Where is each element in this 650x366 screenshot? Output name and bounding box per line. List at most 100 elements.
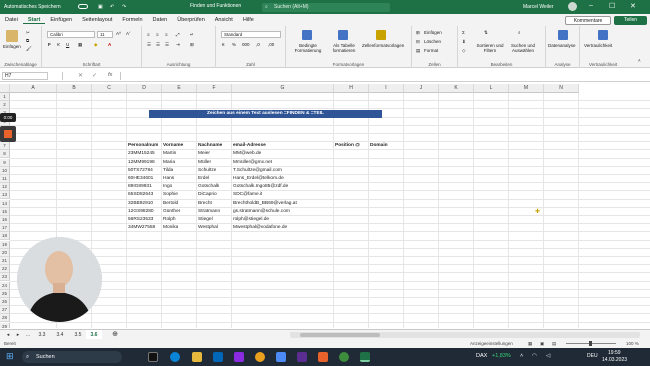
table-cell[interactable]: Mwestphal@vodafone.de [233,224,287,232]
table-cell[interactable]: SDC@fame.it [233,191,262,199]
row-header[interactable]: 7 [0,142,10,151]
insert-cells-icon[interactable]: ⊞ [416,30,420,36]
fill-color-icon[interactable]: ◆ [94,42,97,48]
table-cell[interactable]: Mmüller@gmx.net [233,159,272,167]
insert-function-icon[interactable]: fx [108,72,112,78]
table-cell[interactable]: Rolph [163,216,176,224]
table-cell[interactable]: Martin [163,150,176,158]
format-cells-button[interactable]: Format [424,48,438,53]
tab-seitenlayout[interactable]: Seitenlayout [77,17,117,23]
windows-start-icon[interactable]: ⊞ [6,351,14,362]
decrease-decimal-icon[interactable]: ,00 [268,42,274,47]
chrome-app-icon[interactable] [339,352,349,362]
find-select-icon[interactable]: ⌕ [518,30,521,35]
row-header[interactable]: 26 [0,298,10,306]
table-cell[interactable]: Schultze [198,167,216,175]
row-header[interactable]: 17 [0,224,10,233]
percent-icon[interactable]: % [232,42,236,47]
row-header[interactable]: 1 [0,93,10,101]
data-analysis-button[interactable]: Datenanalyse [548,43,576,48]
table-cell[interactable]: Bertold [163,200,178,208]
scrollbar-thumb[interactable] [300,333,380,337]
table-cell[interactable]: Westphal [198,224,218,232]
powerpoint-icon[interactable] [318,352,328,362]
table-header-cell[interactable]: Vorname [163,142,183,150]
table-cell[interactable]: BrechtholdB_BB69@verlag.at [233,200,297,208]
table-cell[interactable]: Maria [163,159,175,167]
column-header[interactable]: B [57,84,92,93]
cell-styles-button[interactable]: Zellenformatvorlagen [362,43,404,48]
edge-icon[interactable] [170,352,180,362]
store-icon[interactable] [213,352,223,362]
tab-hilfe[interactable]: Hilfe [238,17,259,23]
column-header[interactable]: K [439,84,474,93]
cut-icon[interactable]: ✂ [26,30,30,36]
row-header[interactable]: 20 [0,248,10,257]
app-icon[interactable] [276,352,286,362]
row-header[interactable]: 8 [0,150,10,159]
excel-icon[interactable] [360,352,370,362]
format-cells-icon[interactable]: ▤ [416,48,420,54]
table-cell[interactable]: Gotschalk [198,183,219,191]
column-header[interactable]: C [92,84,127,93]
italic-icon[interactable]: K [57,42,60,47]
row-header[interactable]: 19 [0,240,10,249]
wrap-text-icon[interactable]: ↵ [190,32,194,38]
maximize-icon[interactable]: ☐ [609,2,615,10]
currency-icon[interactable]: € [222,42,225,47]
tab-daten[interactable]: Daten [148,17,173,23]
sort-filter-button[interactable]: Sortieren und Filtern [476,43,504,53]
align-center-icon[interactable]: ☰ [156,42,160,48]
language-indicator[interactable]: DEU [587,353,598,359]
column-header[interactable]: D [127,84,162,93]
zoom-slider-thumb[interactable] [589,341,592,346]
indent-icon[interactable]: ⇥ [176,42,180,48]
table-cell[interactable]: 32BB92910 [128,200,153,208]
paste-button[interactable]: Einfügen [3,44,21,49]
table-header-cell[interactable]: Personalnum [128,142,158,150]
task-view-icon[interactable] [148,352,158,362]
chrome-icon[interactable] [255,352,265,362]
row-header[interactable]: 25 [0,289,10,298]
table-cell[interactable]: Sophie [163,191,178,199]
close-icon[interactable]: ✕ [630,2,636,10]
align-bottom-icon[interactable]: ≡ [165,32,168,37]
search-box[interactable]: ⌕ Suchen (Alt+M) [262,3,390,12]
taskbar-search[interactable]: ⌕ Suchen [22,351,122,363]
font-name-select[interactable]: Calibri [47,31,95,38]
paste-icon[interactable] [6,30,18,42]
underline-icon[interactable]: U [66,42,69,47]
font-size-select[interactable]: 11 [97,31,113,38]
table-cell[interactable]: 60HE34601 [128,175,153,183]
table-cell[interactable]: 65SD82643 [128,191,153,199]
table-cell[interactable]: DiCaprio [198,191,217,199]
ticker-change[interactable]: +1,83% [492,353,511,359]
table-cell[interactable]: 12GS98280 [128,208,154,216]
horizontal-scrollbar[interactable] [290,332,640,338]
tray-chevron-icon[interactable]: ˄ [520,353,523,359]
format-as-table-button[interactable]: Als Tabelle formatieren [328,43,360,53]
grow-font-icon[interactable]: A^ [116,31,121,36]
table-cell[interactable]: Ingo [163,183,172,191]
fill-icon[interactable]: ⬇ [462,39,466,45]
table-cell[interactable]: 23MM15245 [128,150,155,158]
column-header[interactable]: A [10,84,57,93]
column-header[interactable]: E [162,84,197,93]
column-header[interactable]: F [197,84,232,93]
avatar[interactable] [568,2,577,11]
insert-cells-button[interactable]: Einfügen [424,30,442,35]
bold-icon[interactable]: F [48,42,51,47]
autosave-toggle[interactable] [78,4,88,9]
row-header[interactable]: 27 [0,306,10,315]
row-header[interactable]: 22 [0,265,10,274]
teams-icon[interactable] [297,352,307,362]
explorer-icon[interactable] [192,352,202,362]
name-box[interactable]: H7 [2,72,48,80]
format-painter-icon[interactable]: 🖌 [26,46,32,52]
share-button[interactable]: Teilen [614,16,647,25]
column-header[interactable]: L [474,84,509,93]
merge-icon[interactable]: ⊞ [190,42,194,48]
tab-ansicht[interactable]: Ansicht [210,17,238,23]
row-header[interactable]: 23 [0,273,10,282]
border-icon[interactable]: ▦ [78,42,82,48]
